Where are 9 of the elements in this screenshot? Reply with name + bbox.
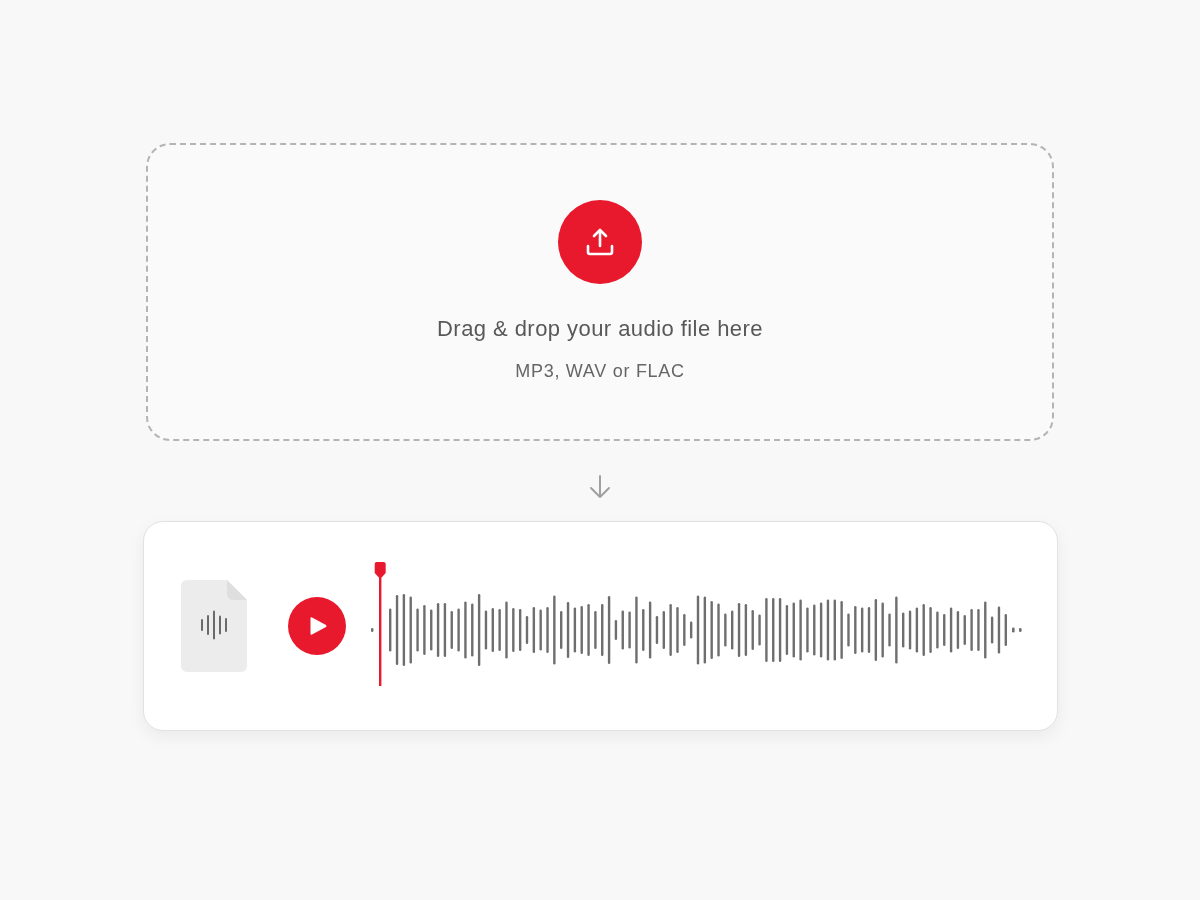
play-icon: [310, 616, 327, 636]
playhead[interactable]: [374, 562, 386, 686]
supported-formats: MP3, WAV or FLAC: [515, 360, 685, 383]
play-button[interactable]: [287, 597, 346, 655]
audio-file-icon: [180, 580, 247, 672]
upload-icon: [585, 227, 615, 257]
drop-zone[interactable]: Drag & drop your audio file here MP3, WAV or FLAC: [146, 143, 1054, 441]
drop-zone-title: Drag & drop your audio file here: [437, 315, 763, 343]
arrow-down-icon: [589, 475, 611, 499]
